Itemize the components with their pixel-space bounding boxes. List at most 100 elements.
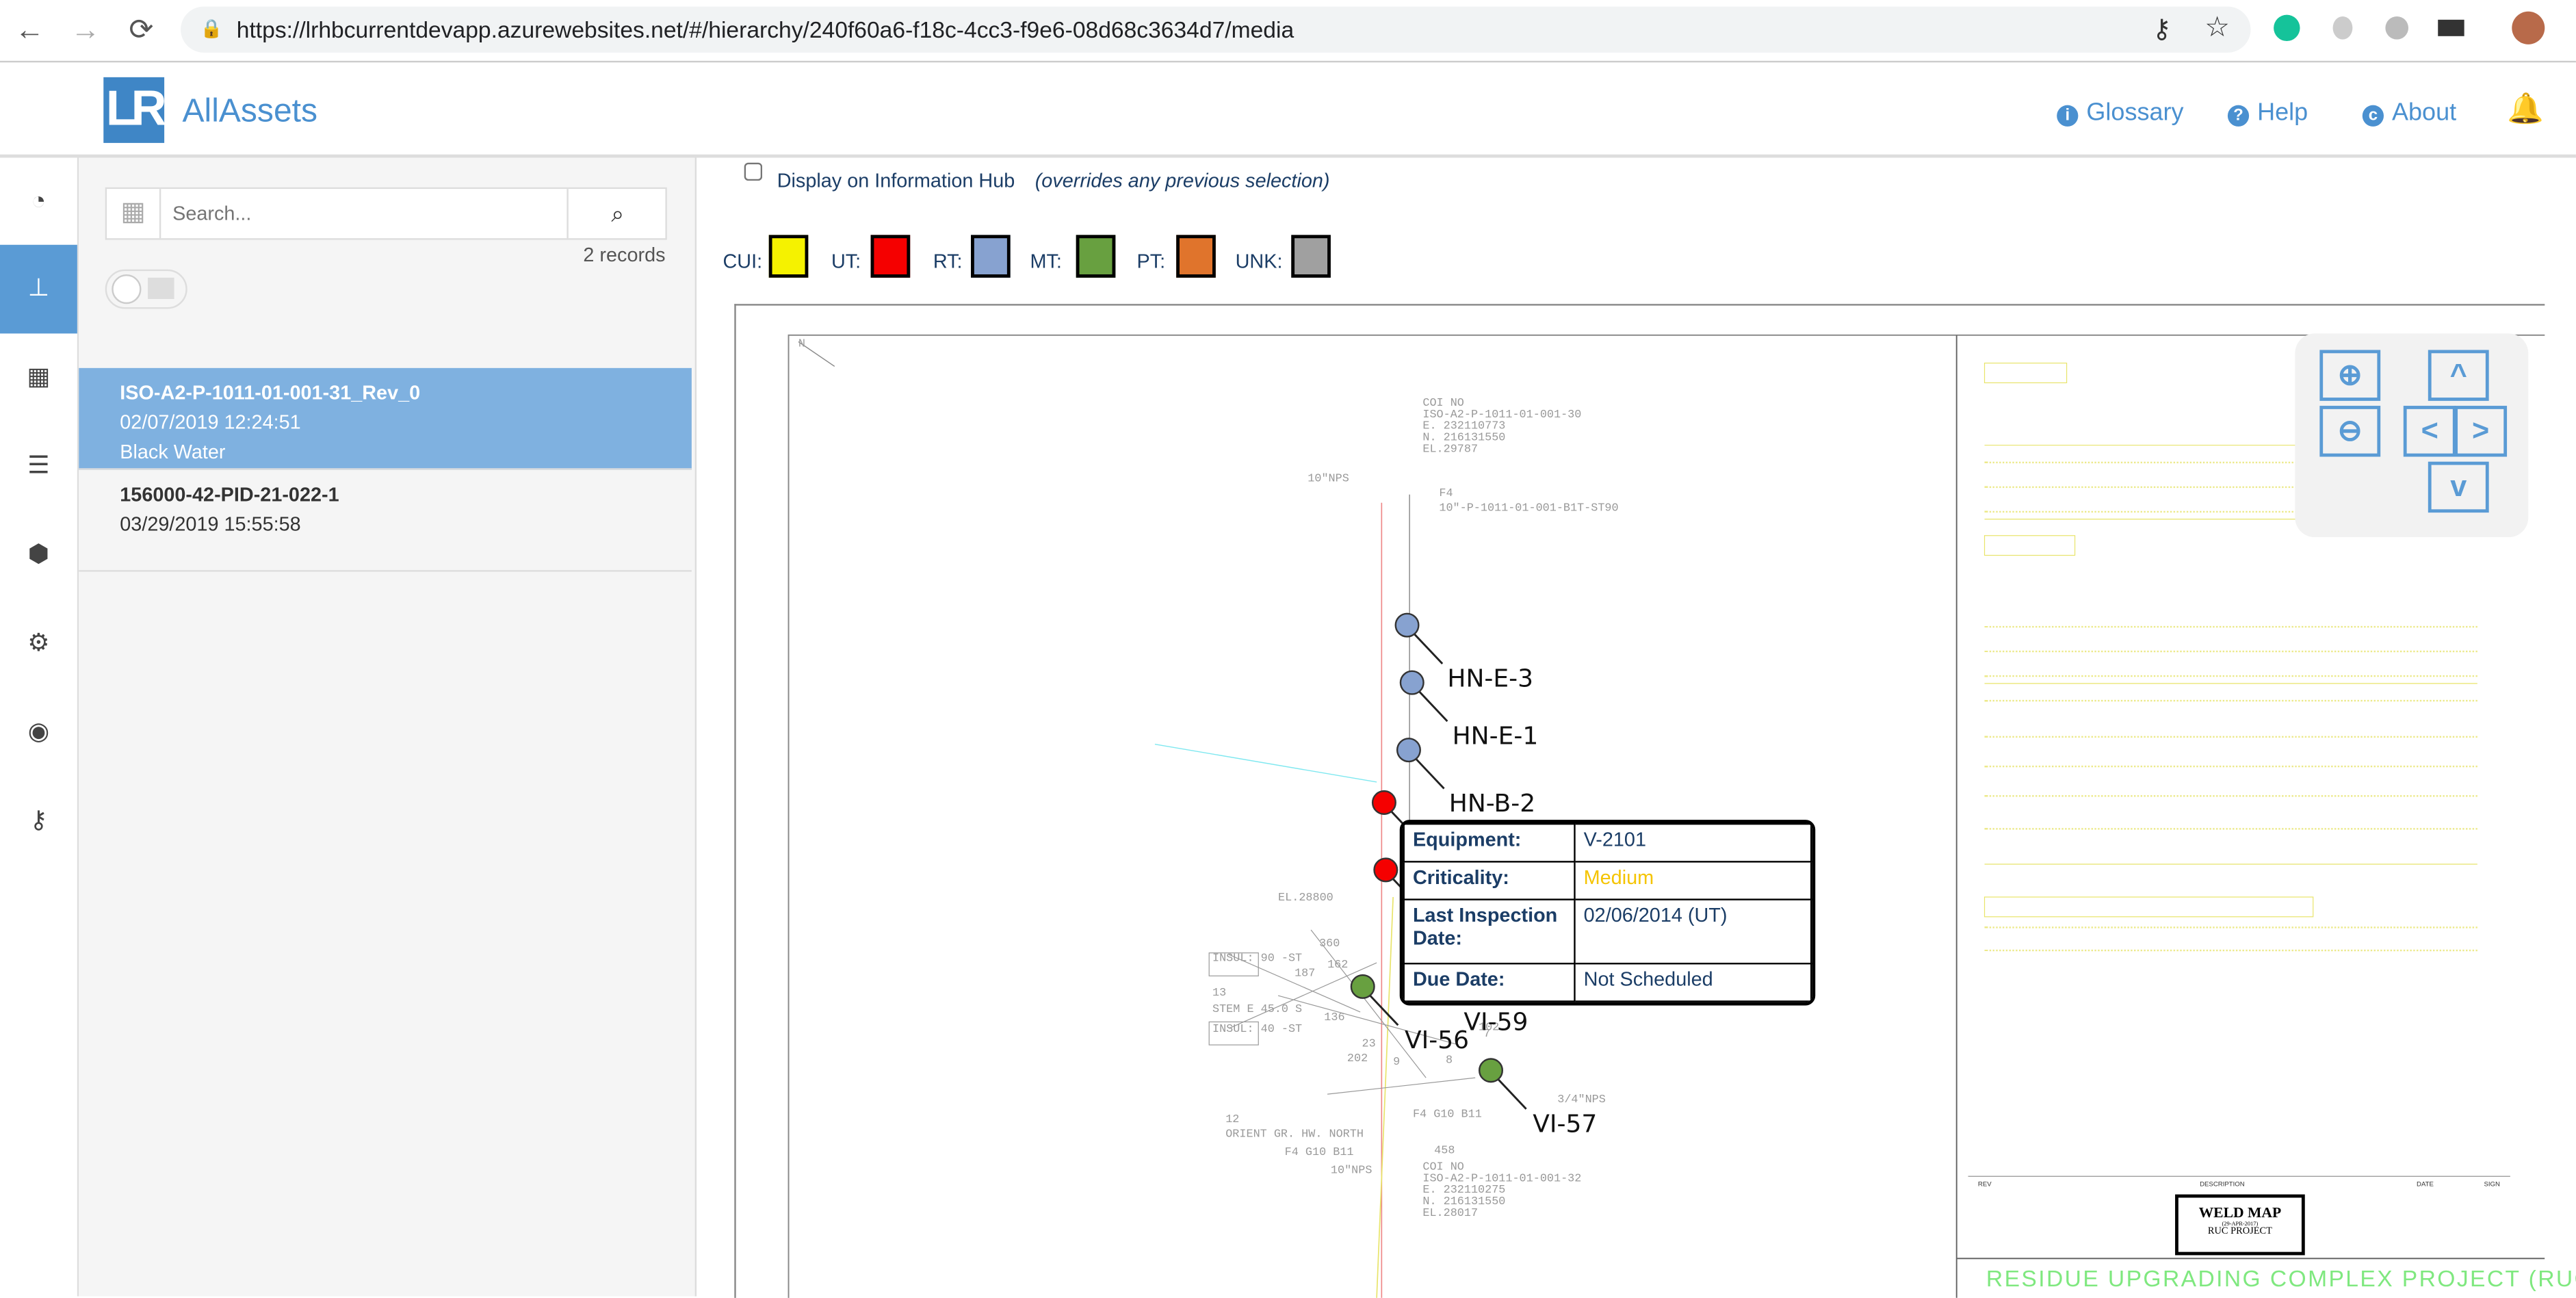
description-header: DESCRIPTION [2200, 1179, 2245, 1188]
image-toggle[interactable] [105, 269, 187, 309]
cad-label: 162 [1327, 959, 1349, 973]
address-bar[interactable]: 🔒 https://lrhbcurrentdevapp.azurewebsite… [181, 6, 2251, 53]
cad-label: STEM E 45.0 S [1212, 1004, 1303, 1017]
item-desc: Black Water [120, 440, 226, 464]
tooltip-value: V-2101 [1574, 822, 1812, 863]
url-text[interactable]: https://lrhbcurrentdevapp.azurewebsites.… [237, 16, 1294, 42]
extension-icon[interactable] [2332, 16, 2353, 40]
cad-label: ORIENT GR. HW. NORTH [1225, 1128, 1364, 1142]
bom-row [1984, 625, 2477, 629]
bom-row [1984, 949, 2477, 953]
bell-icon[interactable]: 🔔 [2507, 92, 2544, 126]
legend-swatch [1291, 235, 1331, 278]
tooltip-row: Last Inspection Date: 02/06/2014 (UT) [1403, 898, 1812, 965]
cad-label: F4 G10 B11 [1412, 1108, 1482, 1122]
bom-row [1984, 675, 2477, 679]
tooltip-row: Equipment: V-2101 [1403, 822, 1812, 863]
box-icon: ⬢ [27, 540, 50, 569]
dashboard-icon: ◔ [31, 187, 47, 216]
cad-label: 8 [1445, 1054, 1453, 1068]
cad-label: EL.28017 [1422, 1207, 1479, 1221]
tooltip-value: Medium [1574, 860, 1812, 900]
equipment-tooltip: Equipment: V-2101 Criticality: Medium Last I… [1399, 820, 1816, 1006]
pan-up-button[interactable]: ^ [2428, 350, 2489, 401]
sidebar-item-grid[interactable]: ▦ [0, 333, 77, 422]
help-link[interactable]: ? Help [2227, 99, 2308, 127]
zoom-out-button[interactable]: ⊖ [2319, 406, 2381, 457]
bom-row [1984, 795, 2477, 799]
list-item[interactable]: ISO-A2-P-1011-01-001-31_Rev_0 02/07/2019… [79, 367, 692, 470]
app-title[interactable]: AllAssets [183, 94, 317, 131]
browser-toolbar: ← → ⟳ 🔒 https://lrhbcurrentdevapp.azurew… [0, 0, 2576, 63]
weld-label[interactable]: HN-B-2 [1449, 789, 1535, 818]
cad-label: 10"NPS [1307, 473, 1349, 486]
tooltip-key: Equipment: [1403, 822, 1576, 863]
date-header: DATE [2417, 1179, 2434, 1188]
weld-label[interactable]: VI-57 [1533, 1109, 1597, 1139]
sidebar-item-gear[interactable]: ⚙ [0, 599, 77, 688]
lock-icon: 🔒 [200, 19, 223, 40]
sidebar-item-dashboard[interactable]: ◔ [0, 158, 77, 247]
pan-down-button[interactable]: v [2428, 461, 2489, 513]
drawing-linework [788, 334, 2545, 1298]
reload-button[interactable]: ⟳ [125, 13, 157, 47]
grammarly-extension-icon[interactable] [2274, 14, 2300, 42]
list-item[interactable]: 156000-42-PID-21-022-1 03/29/2019 15:55:… [79, 470, 692, 572]
key-icon[interactable]: ⚷ [2152, 13, 2171, 46]
app-header: LR AllAssets i Glossary ? Help c About 🔔 [0, 62, 2576, 158]
about-label: About [2392, 99, 2457, 127]
tooltip-value: Not Scheduled [1574, 963, 1812, 1002]
display-hub-label: Display on Information Hub [777, 169, 1015, 192]
glossary-link[interactable]: i Glossary [2057, 99, 2184, 127]
extension-icon[interactable] [2385, 16, 2409, 40]
grid-view-icon[interactable]: ▦ [107, 189, 161, 239]
list-icon: ☰ [27, 452, 50, 480]
drawing-date: (29-APR-2017) [2222, 1221, 2259, 1228]
bom-row [1984, 736, 2477, 740]
record-panel: ▦ ⌕ 2 records ISO-A2-P-1011-01-001-31_Re… [79, 157, 697, 1297]
cad-label: 13 [1212, 987, 1227, 1001]
cad-label: EL.29787 [1422, 443, 1479, 457]
cad-label: 10"-P-1011-01-001-B1T-ST90 [1439, 502, 1619, 516]
gear-icon: ⚙ [27, 629, 50, 658]
forward-button[interactable]: → [69, 13, 102, 47]
sidebar-item-hierarchy[interactable]: ⊥ [0, 244, 77, 334]
help-label: Help [2257, 99, 2308, 127]
cad-label: INSUL: 40 -ST [1212, 1023, 1303, 1037]
star-icon[interactable]: ☆ [2204, 12, 2230, 44]
zoom-in-button[interactable]: ⊕ [2319, 350, 2381, 401]
sidebar-item-user[interactable]: ◉ [0, 688, 77, 777]
north-arrow: N [798, 338, 806, 352]
search-input[interactable] [169, 195, 554, 232]
sidebar-item-list[interactable]: ☰ [0, 422, 77, 511]
drawing-title: WELD MAP [2198, 1204, 2282, 1221]
keyboard-extension-icon[interactable] [2438, 19, 2464, 36]
cad-label: 3/4"NPS [1557, 1094, 1606, 1108]
bom-row [1984, 699, 2477, 703]
weld-label[interactable]: HN-E-1 [1453, 721, 1539, 751]
sidebar-item-box[interactable]: ⬢ [0, 511, 77, 600]
profile-avatar[interactable] [2512, 11, 2545, 44]
weld-label[interactable]: VI-59 [1463, 1007, 1528, 1037]
cad-label: 9 [1393, 1056, 1401, 1070]
back-button[interactable]: ← [13, 13, 46, 47]
item-date: 02/07/2019 12:24:51 [120, 411, 301, 434]
pan-right-button[interactable]: > [2454, 406, 2508, 457]
sidebar-item-key[interactable]: ⚷ [0, 777, 77, 866]
cad-label: INSUL: 90 -ST [1212, 952, 1303, 966]
revision-table: REV DESCRIPTION DATE SIGN [1970, 1180, 2509, 1189]
project-footer: RESIDUE UPGRADING COMPLEX PROJECT (RUCP) [1986, 1264, 2576, 1292]
weld-map-drawing[interactable]: N COI NO ISO-A2-P-1011-01-001-30 E. 232110… [734, 304, 2576, 1298]
lr-logo: LR [103, 77, 167, 143]
search-icon[interactable]: ⌕ [567, 189, 666, 239]
legend-swatch [870, 235, 911, 278]
pan-left-button[interactable]: < [2403, 406, 2456, 457]
legend-label: CUI: [723, 249, 763, 273]
tooltip-row: Due Date: Not Scheduled [1403, 963, 1812, 1002]
weld-label[interactable]: HN-E-3 [1447, 664, 1533, 693]
display-hub-checkbox[interactable] [744, 162, 763, 181]
weld-label[interactable]: VI-56 [1405, 1025, 1469, 1054]
about-link[interactable]: c About [2362, 99, 2457, 127]
grid-icon: ▦ [27, 363, 51, 391]
tooltip-value: 02/06/2014 (UT) [1574, 898, 1812, 965]
